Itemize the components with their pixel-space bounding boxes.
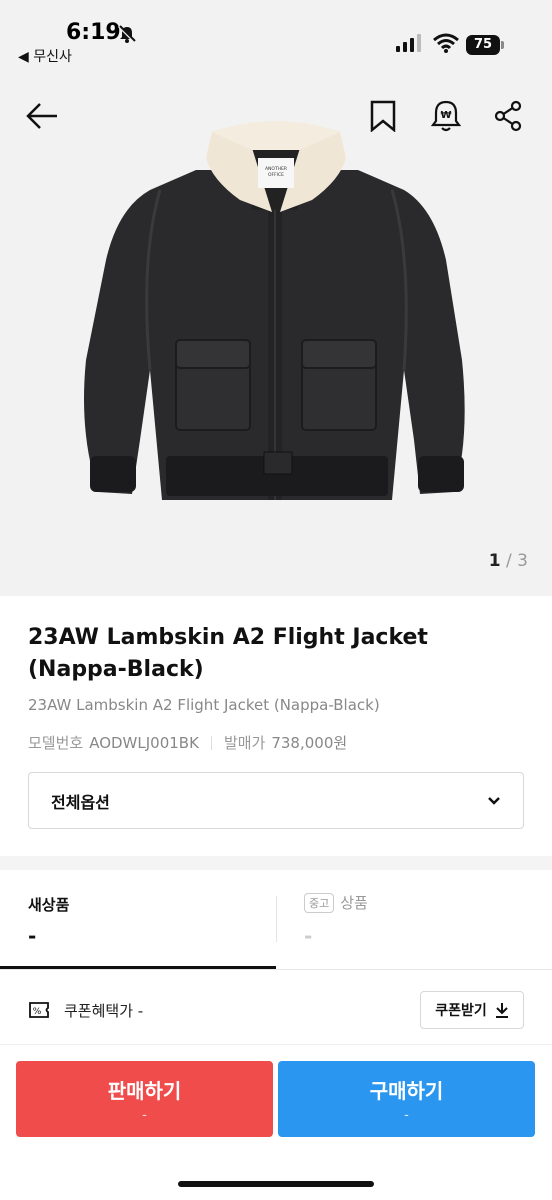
price-alert-button[interactable]: ₩	[424, 94, 468, 138]
get-coupon-button[interactable]: 쿠폰받기	[420, 991, 524, 1029]
status-bar: 6:19 ◀ 무신사 75	[0, 0, 552, 70]
get-coupon-label: 쿠폰받기	[435, 1003, 487, 1019]
cellular-signal-icon	[396, 34, 422, 56]
buy-button-label: 구매하기	[369, 1079, 444, 1103]
product-info: 23AW Lambskin A2 Flight Jacket (Nappa-Bl…	[28, 622, 528, 714]
buy-button[interactable]: 구매하기 -	[278, 1061, 535, 1137]
coupon-row: % 쿠폰혜택가 - 쿠폰받기	[28, 990, 524, 1030]
product-meta: 모델번호 AODWLJ001BK 발매가 738,000원	[28, 732, 347, 753]
bell-won-icon: ₩	[430, 100, 462, 132]
option-select-label: 전체옵션	[51, 792, 110, 812]
tab-bottom-border	[0, 969, 552, 970]
sell-button[interactable]: 판매하기 -	[16, 1061, 273, 1137]
tab-used-label-wrap: 중고 상품	[304, 892, 368, 913]
share-icon	[494, 100, 522, 132]
coupon-price-text: 쿠폰혜택가 -	[64, 1001, 144, 1020]
sell-button-label: 판매하기	[107, 1079, 182, 1103]
bottom-action-bar: 판매하기 - 구매하기 -	[0, 1044, 552, 1200]
battery-level: 75	[466, 35, 500, 55]
product-subtitle: 23AW Lambskin A2 Flight Jacket (Nappa-Bl…	[28, 696, 380, 714]
tab-separator	[276, 896, 277, 942]
tab-new-value: -	[28, 924, 37, 948]
coupon-icon: %	[29, 1002, 49, 1018]
buy-button-price: -	[404, 1108, 409, 1123]
tab-used-label: 상품	[340, 894, 368, 912]
image-counter: 1 / 3	[489, 551, 528, 571]
wifi-icon	[433, 33, 459, 57]
release-price-label: 발매가	[223, 734, 266, 752]
battery-cap	[501, 41, 504, 49]
image-counter-total: / 3	[506, 551, 528, 571]
product-title: 23AW Lambskin A2 Flight Jacket (Nappa-Bl…	[28, 625, 428, 682]
status-time: 6:19	[66, 20, 121, 45]
download-icon	[495, 1003, 508, 1018]
svg-text:₩: ₩	[440, 110, 451, 121]
tab-new-label: 새상품	[28, 896, 70, 914]
meta-divider	[210, 735, 212, 750]
svg-text:ANOTHER: ANOTHER	[265, 166, 287, 172]
tab-used-product[interactable]: 중고 상품 -	[276, 870, 552, 970]
tab-used-value: -	[304, 924, 313, 948]
back-to-app-link[interactable]: ◀ 무신사	[18, 46, 72, 66]
section-divider	[0, 856, 552, 870]
svg-text:%: %	[33, 1007, 42, 1017]
release-price-value: 738,000원	[271, 734, 348, 752]
back-button[interactable]	[20, 94, 64, 138]
tab-new-product[interactable]: 새상품 -	[0, 870, 276, 970]
model-number-label: 모델번호	[28, 734, 84, 752]
bookmark-button[interactable]	[361, 94, 405, 138]
model-number-value: AODWLJ001BK	[89, 733, 199, 752]
sell-button-price: -	[142, 1108, 147, 1123]
image-top-bar: ₩	[0, 90, 552, 146]
arrow-left-icon	[26, 103, 57, 129]
chevron-down-icon	[488, 796, 500, 805]
option-select[interactable]: 전체옵션	[28, 772, 524, 829]
svg-text:OFFICE: OFFICE	[268, 172, 284, 178]
home-indicator[interactable]	[178, 1181, 374, 1187]
bell-off-icon	[117, 24, 137, 48]
bookmark-icon	[370, 100, 396, 132]
used-badge: 중고	[304, 892, 335, 913]
share-button[interactable]	[486, 94, 530, 138]
image-counter-current: 1	[488, 551, 501, 571]
